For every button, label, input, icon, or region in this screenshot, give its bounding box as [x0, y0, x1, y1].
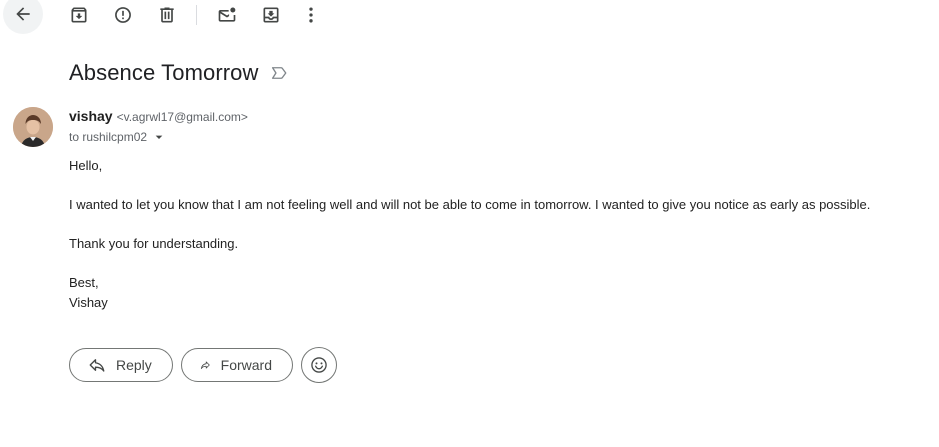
emoji-smiley-icon — [311, 357, 327, 373]
move-to-button[interactable] — [251, 0, 291, 35]
reply-button[interactable]: Reply — [69, 348, 173, 382]
sender-name[interactable]: vishay — [69, 108, 113, 124]
archive-button[interactable] — [59, 0, 99, 35]
recipient-label: to rushilcpm02 — [69, 130, 148, 144]
reply-icon — [89, 359, 105, 372]
delete-button[interactable] — [147, 0, 187, 35]
more-options-button[interactable] — [291, 0, 331, 35]
subject-row: Absence Tomorrow — [69, 58, 288, 88]
add-reaction-button[interactable] — [301, 347, 337, 383]
sender-email: <v.agrwl17@gmail.com> — [116, 110, 248, 124]
report-spam-button[interactable] — [103, 0, 143, 35]
message-actions: Reply Forward — [69, 347, 337, 383]
archive-icon — [71, 7, 87, 23]
toolbar-divider — [196, 5, 197, 25]
recipient-details-dropdown-icon[interactable] — [151, 129, 167, 145]
email-body: Hello, I wanted to let you know that I a… — [69, 156, 929, 312]
email-subject: Absence Tomorrow — [69, 60, 259, 85]
body-greeting: Hello, — [69, 158, 103, 173]
mark-unread-icon — [218, 7, 236, 22]
label-important-icon[interactable] — [270, 64, 288, 82]
recipient-row[interactable]: to rushilcpm02 — [69, 129, 167, 145]
reply-label: Reply — [116, 357, 152, 373]
body-closing: Best, — [69, 275, 99, 290]
sender-info: vishay <v.agrwl17@gmail.com> — [69, 108, 248, 124]
more-vert-icon — [309, 7, 313, 23]
message-toolbar — [0, 0, 939, 35]
delete-icon — [160, 7, 174, 23]
back-button[interactable] — [3, 0, 43, 34]
sender-avatar[interactable] — [13, 107, 53, 147]
forward-label: Forward — [220, 357, 272, 373]
body-paragraph: Thank you for understanding. — [69, 236, 239, 251]
body-paragraph: I wanted to let you know that I am not f… — [69, 197, 871, 212]
body-signature: Vishay — [69, 294, 108, 310]
forward-button[interactable]: Forward — [181, 348, 293, 382]
report-spam-icon — [115, 7, 131, 23]
move-to-icon — [263, 7, 279, 23]
back-arrow-icon — [16, 7, 30, 21]
forward-icon — [200, 361, 210, 369]
mark-unread-button[interactable] — [207, 0, 247, 35]
